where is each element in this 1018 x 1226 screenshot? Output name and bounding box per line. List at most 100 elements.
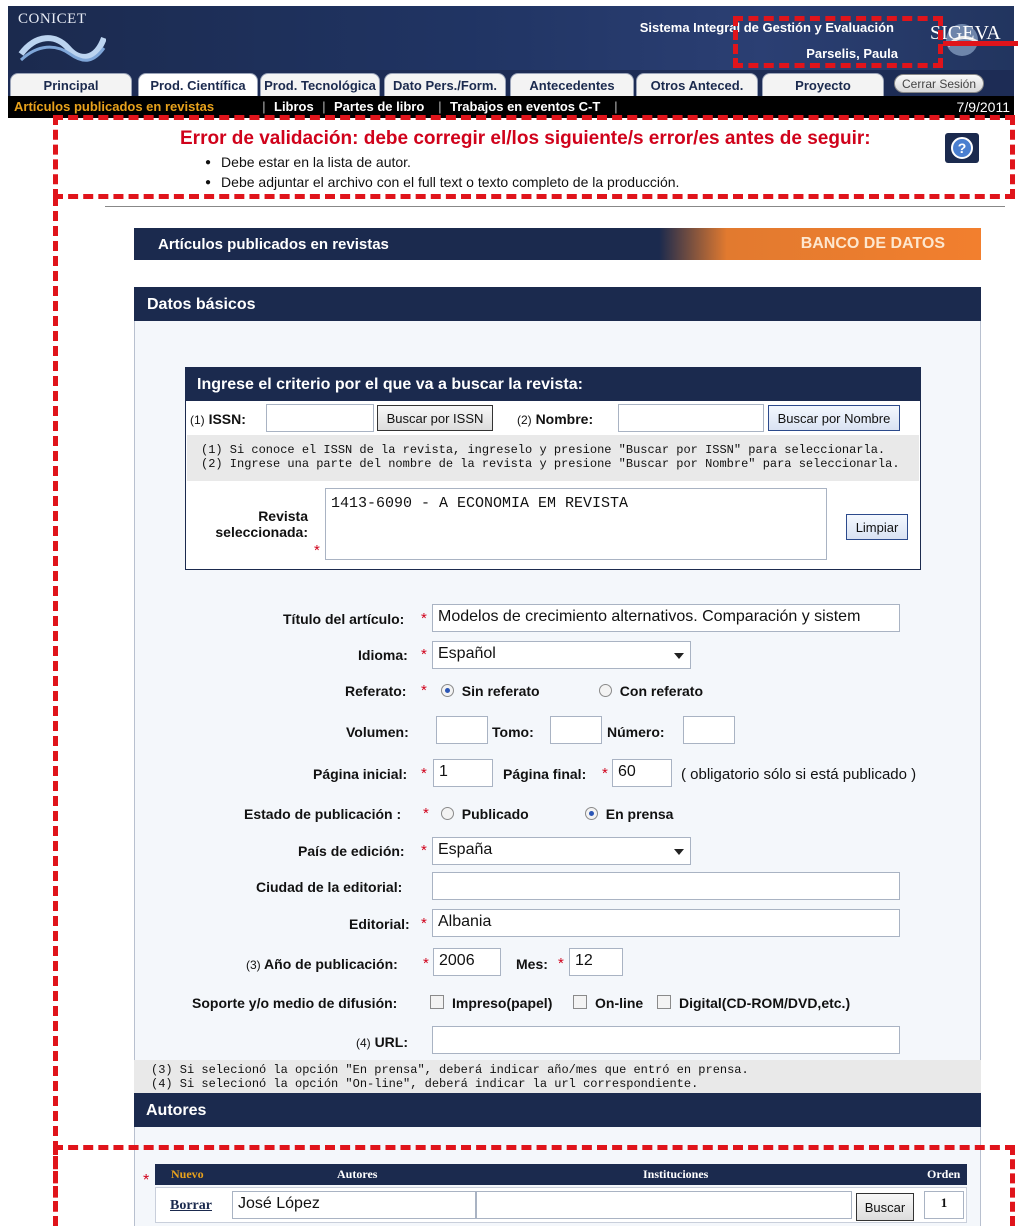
city-input[interactable] bbox=[432, 872, 900, 900]
support-option-printed: Impreso(papel) bbox=[452, 995, 553, 1011]
support-label: Soporte y/o medio de difusión: bbox=[192, 995, 398, 1011]
volume-label: Volumen: bbox=[346, 724, 409, 740]
name-label: (2) Nombre: bbox=[517, 411, 593, 427]
required-marker: * bbox=[423, 805, 429, 822]
tome-label: Tomo: bbox=[492, 724, 534, 740]
support-option-online: On-line bbox=[595, 995, 644, 1011]
annotation-dashed-box bbox=[53, 1145, 1015, 1226]
radio-selected-icon[interactable] bbox=[585, 807, 598, 820]
form-notes: (3) Si selecionó la opción "En prensa", … bbox=[134, 1060, 981, 1093]
end-page-input[interactable]: 60 bbox=[612, 759, 672, 787]
country-label: País de edición: bbox=[298, 843, 405, 859]
subnav-separator: | bbox=[262, 99, 266, 114]
note-3: (3) Si selecionó la opción "En prensa", … bbox=[151, 1063, 749, 1077]
year-input[interactable]: 2006 bbox=[433, 948, 501, 976]
clear-button[interactable]: Limpiar bbox=[846, 514, 908, 540]
annotation-dashed-box bbox=[53, 115, 1015, 199]
pages-note: ( obligatorio sólo si está publicado ) bbox=[681, 766, 917, 783]
search-hint-2: (2) Ingrese una parte del nombre de la r… bbox=[201, 457, 900, 471]
referee-option-without[interactable]: Sin referato bbox=[441, 683, 540, 699]
search-hint: (1) Si conoce el ISSN de la revista, ing… bbox=[187, 435, 919, 481]
journal-search-title: Ingrese el criterio por el que va a busc… bbox=[186, 368, 920, 401]
tab-prod-cientifica[interactable]: Prod. Científica bbox=[138, 73, 258, 96]
selected-journal-textarea[interactable]: 1413-6090 - A ECONOMIA EM REVISTA bbox=[325, 488, 827, 560]
status-option-in-press[interactable]: En prensa bbox=[585, 806, 673, 822]
selected-journal-label-2: seleccionada: bbox=[215, 524, 308, 540]
journal-search-row: (1) ISSN: Buscar por ISSN (2) Nombre: Bu… bbox=[186, 402, 920, 434]
subnav-trabajos-eventos[interactable]: Trabajos en eventos C-T bbox=[450, 99, 600, 114]
note-4: (4) Si selecionó la opción "On-line", de… bbox=[151, 1077, 699, 1091]
annotation-line bbox=[943, 41, 1018, 46]
radio-icon[interactable] bbox=[599, 684, 612, 697]
year-label-text: Año de publicación: bbox=[264, 956, 398, 972]
journal-name-input[interactable] bbox=[618, 404, 764, 432]
conicet-wave-icon bbox=[18, 35, 106, 62]
search-by-issn-button[interactable]: Buscar por ISSN bbox=[377, 405, 493, 431]
status-option-published-label: Publicado bbox=[461, 806, 529, 822]
start-page-label: Página inicial: bbox=[313, 766, 408, 782]
subnav-libros[interactable]: Libros bbox=[274, 99, 314, 114]
status-option-published[interactable]: Publicado bbox=[441, 806, 529, 822]
checkbox-digital[interactable] bbox=[657, 995, 671, 1009]
required-marker: * bbox=[421, 610, 427, 627]
publisher-input[interactable]: Albania bbox=[432, 909, 900, 937]
tab-principal[interactable]: Principal bbox=[10, 73, 132, 96]
language-select-value: Español bbox=[438, 645, 496, 662]
banner-database-label: BANCO DE DATOS bbox=[800, 235, 945, 252]
tab-prod-tecnologica[interactable]: Prod. Tecnológica bbox=[260, 73, 380, 96]
url-label: (4) URL: bbox=[356, 1034, 408, 1050]
url-label-text: URL: bbox=[374, 1034, 408, 1050]
subnav-separator: | bbox=[614, 99, 618, 114]
referee-option-with[interactable]: Con referato bbox=[599, 683, 703, 699]
issn-prefix: (1) bbox=[190, 413, 205, 427]
required-marker: * bbox=[314, 542, 320, 559]
tab-otros-anteced[interactable]: Otros Anteced. bbox=[636, 73, 758, 96]
support-option-digital: Digital(CD-ROM/DVD,etc.) bbox=[679, 995, 851, 1011]
required-marker: * bbox=[421, 842, 427, 859]
country-select[interactable]: España bbox=[432, 837, 691, 865]
article-title-input[interactable]: Modelos de crecimiento alternativos. Com… bbox=[432, 604, 900, 632]
main-tabs: Principal Prod. Científica Prod. Tecnoló… bbox=[8, 70, 1014, 96]
end-page-label: Página final: bbox=[503, 766, 587, 782]
subnav-separator: | bbox=[438, 99, 442, 114]
tab-antecedentes[interactable]: Antecedentes bbox=[510, 73, 634, 96]
referee-option-with-label: Con referato bbox=[619, 683, 704, 699]
banner-title: Artículos publicados en revistas bbox=[158, 236, 389, 253]
required-marker: * bbox=[421, 646, 427, 663]
required-marker: * bbox=[421, 765, 427, 782]
subnav-partes-libro[interactable]: Partes de libro bbox=[334, 99, 424, 114]
start-page-input[interactable]: 1 bbox=[433, 759, 493, 787]
number-input[interactable] bbox=[683, 716, 735, 744]
language-label: Idioma: bbox=[358, 647, 408, 663]
subnav-articulos[interactable]: Artículos publicados en revistas bbox=[14, 99, 214, 114]
year-prefix: (3) bbox=[246, 958, 261, 972]
search-by-name-button[interactable]: Buscar por Nombre bbox=[768, 405, 900, 431]
url-prefix: (4) bbox=[356, 1036, 371, 1050]
section-authors-title: Autores bbox=[134, 1093, 981, 1127]
name-prefix: (2) bbox=[517, 413, 532, 427]
required-marker: * bbox=[558, 955, 564, 972]
logout-button[interactable]: Cerrar Sesión bbox=[894, 74, 984, 93]
radio-icon[interactable] bbox=[441, 807, 454, 820]
current-date: 7/9/2011 bbox=[956, 99, 1010, 115]
language-select[interactable]: Español bbox=[432, 641, 691, 669]
year-label: (3) Año de publicación: bbox=[246, 956, 398, 972]
radio-selected-icon[interactable] bbox=[441, 684, 454, 697]
search-hint-1: (1) Si conoce el ISSN de la revista, ing… bbox=[201, 443, 886, 457]
tome-input[interactable] bbox=[550, 716, 602, 744]
issn-label: (1) ISSN: bbox=[190, 411, 246, 427]
volume-input[interactable] bbox=[436, 716, 488, 744]
journal-search-box: Ingrese el criterio por el que va a busc… bbox=[185, 367, 921, 570]
issn-label-text: ISSN: bbox=[208, 411, 246, 427]
tab-proyecto[interactable]: Proyecto bbox=[762, 73, 884, 96]
issn-input[interactable] bbox=[266, 404, 374, 432]
url-input[interactable] bbox=[432, 1026, 900, 1054]
month-input[interactable]: 12 bbox=[569, 948, 623, 976]
referee-label: Referato: bbox=[345, 683, 407, 699]
subnav-separator: | bbox=[322, 99, 326, 114]
number-label: Número: bbox=[607, 724, 665, 740]
section-basic-data-title: Datos básicos bbox=[134, 287, 981, 321]
checkbox-online[interactable] bbox=[573, 995, 587, 1009]
checkbox-printed[interactable] bbox=[430, 995, 444, 1009]
tab-dato-pers[interactable]: Dato Pers./Form. bbox=[384, 73, 506, 96]
